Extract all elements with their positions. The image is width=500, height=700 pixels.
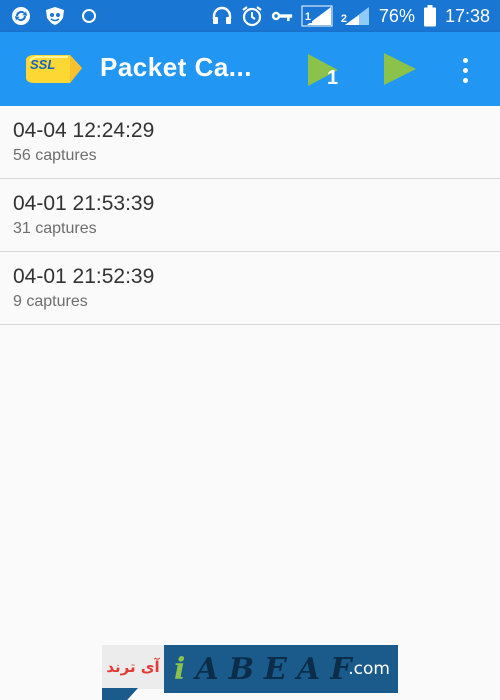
capture-once-button[interactable]: 1 xyxy=(304,50,344,90)
watermark-left-text: آی ترند xyxy=(102,645,164,689)
circle-icon xyxy=(78,5,100,27)
clock: 17:38 xyxy=(444,5,490,26)
list-item[interactable]: 04-01 21:53:39 31 captures xyxy=(0,179,500,252)
watermark-letter: E xyxy=(264,651,287,687)
watermark-ribbon xyxy=(102,688,138,700)
shield-icon xyxy=(44,5,66,27)
capture-count: 31 captures xyxy=(13,220,97,237)
watermark-letter: A xyxy=(195,651,219,687)
list-item[interactable]: 04-04 12:24:29 56 captures xyxy=(0,106,500,179)
watermark-letter: B xyxy=(228,651,255,687)
capture-date: 04-01 21:52:39 xyxy=(13,265,155,288)
watermark-letter: A xyxy=(296,651,321,687)
start-capture-button[interactable] xyxy=(380,49,420,89)
play-icon xyxy=(384,53,416,85)
capture-count: 56 captures xyxy=(13,147,97,164)
alarm-icon xyxy=(241,5,263,27)
signal-icon: 2 xyxy=(341,5,371,27)
headphones-icon xyxy=(211,5,233,27)
capture-count: 9 captures xyxy=(13,293,88,310)
more-vert-icon xyxy=(462,57,468,63)
sim1-label: 1 xyxy=(303,11,313,23)
status-bar: 1 2 76% 17:38 xyxy=(0,0,500,32)
app-title: Packet Ca... xyxy=(100,52,252,82)
signal-icon: 1 xyxy=(301,5,333,27)
watermark-suffix: .com xyxy=(348,659,390,679)
capture-date: 04-01 21:53:39 xyxy=(13,192,155,215)
battery-icon xyxy=(423,5,437,27)
key-icon xyxy=(271,5,293,27)
watermark-banner: آی ترند i A B E A F .com xyxy=(102,645,398,693)
watermark-logo: i A B E A F .com xyxy=(164,645,398,693)
svg-text:SSL: SSL xyxy=(30,57,55,72)
list-item[interactable]: 04-01 21:52:39 9 captures xyxy=(0,252,500,325)
sim2-label: 2 xyxy=(340,13,348,25)
watermark-letter: i xyxy=(174,651,186,687)
overflow-menu-button[interactable] xyxy=(452,50,478,90)
capture-once-badge: 1 xyxy=(327,67,339,89)
capture-list: 04-04 12:24:29 56 captures 04-01 21:53:3… xyxy=(0,106,500,325)
sync-icon xyxy=(10,5,32,27)
app-bar: SSL Packet Ca... 1 xyxy=(0,32,500,106)
ssl-logo-icon: SSL xyxy=(24,53,84,85)
battery-percent: 76% xyxy=(378,5,415,26)
capture-date: 04-04 12:24:29 xyxy=(13,119,155,142)
